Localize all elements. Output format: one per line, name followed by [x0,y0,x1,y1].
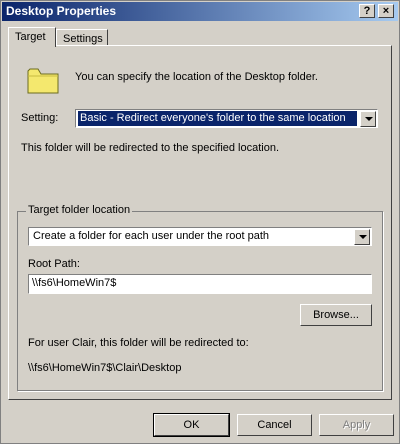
setting-label: Setting: [21,112,59,124]
help-icon: ? [363,5,371,17]
window-title: Desktop Properties [6,4,117,18]
location-dropdown[interactable]: Create a folder for each user under the … [28,227,372,246]
title-bar[interactable]: Desktop Properties ? × [2,2,398,21]
root-path-input[interactable]: \\fs6\HomeWin7$ [28,274,372,294]
tab-panel-target: You can specify the location of the Desk… [8,45,392,400]
redirect-note: This folder will be redirected to the sp… [21,142,280,154]
ok-button[interactable]: OK [153,413,230,437]
help-button[interactable]: ? [359,4,375,18]
setting-dropdown-chevron-down-icon[interactable] [360,111,376,127]
tab-target[interactable]: Target [8,27,56,47]
redirect-preview-text: For user Clair, this folder will be redi… [28,337,249,349]
close-icon: × [382,5,390,17]
root-path-label: Root Path: [28,258,80,270]
close-button[interactable]: × [378,4,394,18]
target-folder-location-group: Target folder location Create a folder f… [17,204,383,391]
setting-dropdown[interactable]: Basic - Redirect everyone's folder to th… [75,109,378,128]
tab-target-label: Target [15,31,46,43]
apply-button[interactable]: Apply [319,414,394,436]
setting-dropdown-value: Basic - Redirect everyone's folder to th… [78,111,357,126]
tab-settings-label: Settings [63,33,103,45]
location-dropdown-value: Create a folder for each user under the … [33,230,270,242]
folder-description: You can specify the location of the Desk… [75,71,318,83]
folder-icon [27,68,59,94]
browse-button[interactable]: Browse... [300,304,372,326]
target-folder-location-label: Target folder location [26,204,133,216]
properties-dialog: Desktop Properties ? × Target Settings Y… [0,0,400,444]
location-dropdown-chevron-down-icon[interactable] [354,229,370,245]
cancel-button[interactable]: Cancel [237,414,312,436]
tab-settings[interactable]: Settings [56,29,108,46]
redirect-preview-path: \\fs6\HomeWin7$\Clair\Desktop [28,362,182,374]
